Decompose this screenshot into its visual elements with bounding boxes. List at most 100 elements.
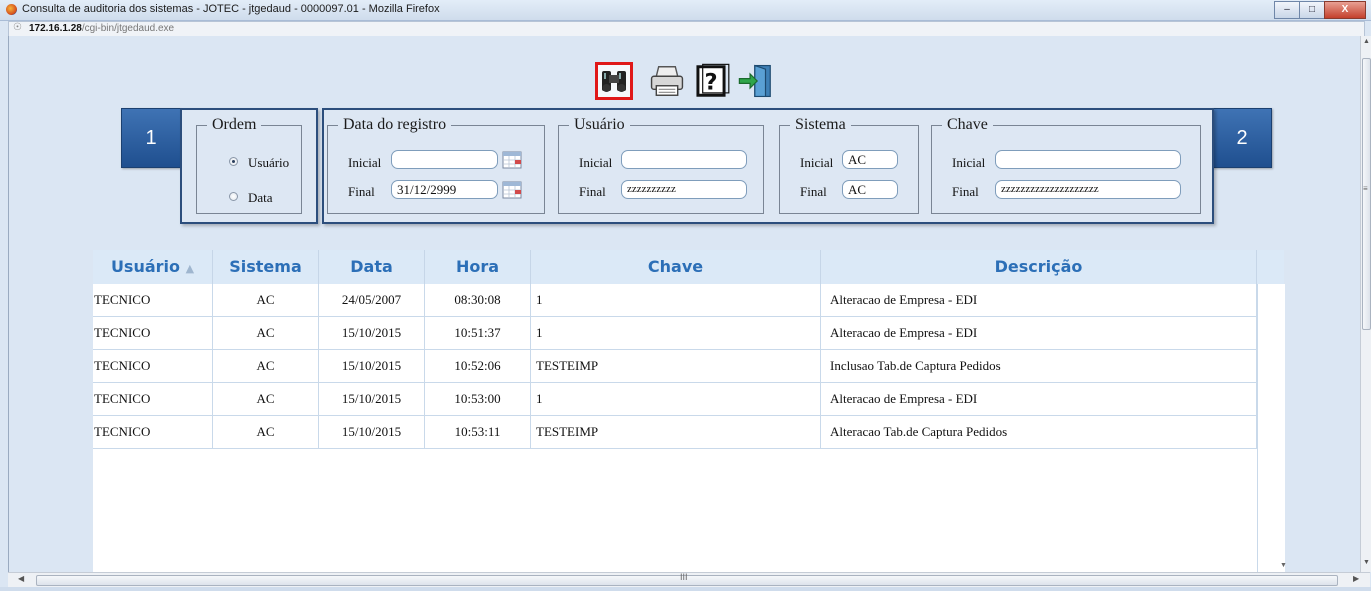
order-panel: Ordem Usuário Data	[180, 108, 318, 224]
user-end-input[interactable]: zzzzzzzzzz	[621, 180, 747, 199]
exit-icon[interactable]	[737, 62, 775, 100]
date-start-input[interactable]	[391, 150, 498, 169]
order-radio-data[interactable]	[229, 192, 238, 201]
table-header: Usuário ▲ Sistema Data Hora Chave Descri…	[93, 250, 1284, 285]
cell-usuario: TECNICO	[93, 317, 213, 349]
cell-hora: 10:51:37	[425, 317, 531, 349]
site-identity-icon[interactable]: ☉	[13, 22, 22, 33]
key-start-label: Inicial	[952, 155, 986, 170]
date-end-label: Final	[348, 184, 375, 199]
calendar-icon[interactable]	[502, 151, 522, 169]
user-start-label: Inicial	[579, 155, 613, 170]
date-legend: Data do registro	[343, 116, 447, 133]
filters-panel: Data do registro Inicial Final 31/12/299…	[322, 108, 1214, 224]
scroll-grip-icon: III	[680, 572, 688, 582]
system-legend: Sistema	[795, 116, 846, 133]
column-header-usuario[interactable]: Usuário ▲	[93, 250, 213, 284]
cell-chave: TESTEIMP	[531, 350, 821, 382]
cell-usuario: TECNICO	[93, 416, 213, 448]
system-end-input[interactable]: AC	[842, 180, 898, 199]
system-start-input[interactable]: AC	[842, 150, 898, 169]
scroll-down-icon[interactable]: ▼	[1363, 559, 1370, 566]
user-start-input[interactable]	[621, 150, 747, 169]
column-header-sistema[interactable]: Sistema	[213, 250, 319, 284]
table-row[interactable]: TECNICO AC 15/10/2015 10:53:11 TESTEIMP …	[93, 416, 1257, 449]
cell-usuario: TECNICO	[93, 284, 213, 316]
cell-hora: 10:53:11	[425, 416, 531, 448]
cell-chave: TESTEIMP	[531, 416, 821, 448]
cell-chave: 1	[531, 317, 821, 349]
column-header-label: Usuário	[110, 257, 181, 276]
cell-sistema: AC	[213, 383, 319, 415]
scroll-left-icon[interactable]: ◀	[18, 574, 24, 583]
printer-icon[interactable]	[648, 62, 686, 100]
cell-sistema: AC	[213, 284, 319, 316]
callout-badge-1: 1	[121, 108, 181, 168]
order-legend: Ordem	[212, 116, 257, 133]
close-button[interactable]: X	[1324, 1, 1366, 19]
help-icon[interactable]: ?	[692, 62, 730, 100]
maximize-button[interactable]: □	[1299, 1, 1325, 19]
url-text: 172.16.1.28/cgi-bin/jtgedaud.exe	[29, 23, 174, 34]
cell-descricao: Alteracao de Empresa - EDI	[821, 284, 1257, 316]
order-radio-usuario[interactable]	[229, 157, 238, 166]
table-row[interactable]: TECNICO AC 15/10/2015 10:53:00 1 Alterac…	[93, 383, 1257, 416]
user-legend: Usuário	[574, 116, 625, 133]
vertical-scroll-thumb[interactable]	[1362, 58, 1371, 330]
cell-chave: 1	[531, 383, 821, 415]
address-bar[interactable]: ☉ 172.16.1.28/cgi-bin/jtgedaud.exe	[8, 21, 1365, 37]
cell-sistema: AC	[213, 317, 319, 349]
cell-data: 15/10/2015	[319, 350, 425, 382]
table-row[interactable]: TECNICO AC 24/05/2007 08:30:08 1 Alterac…	[93, 284, 1257, 317]
date-end-input[interactable]: 31/12/2999	[391, 180, 498, 199]
cell-data: 24/05/2007	[319, 284, 425, 316]
key-end-label: Final	[952, 184, 979, 199]
order-label-usuario: Usuário	[248, 155, 290, 170]
column-header-hora[interactable]: Hora	[425, 250, 531, 284]
sort-asc-icon: ▲	[185, 262, 195, 275]
column-header-data[interactable]: Data	[319, 250, 425, 284]
cell-hora: 08:30:08	[425, 284, 531, 316]
column-header-chave[interactable]: Chave	[531, 250, 821, 284]
cell-descricao: Inclusao Tab.de Captura Pedidos	[821, 350, 1257, 382]
scroll-up-icon[interactable]: ▲	[1363, 38, 1370, 45]
key-start-input[interactable]	[995, 150, 1181, 169]
table-row[interactable]: TECNICO AC 15/10/2015 10:51:37 1 Alterac…	[93, 317, 1257, 350]
column-header-descricao[interactable]: Descrição	[821, 250, 1257, 284]
window-titlebar: Consulta de auditoria dos sistemas - JOT…	[0, 0, 1371, 21]
cell-hora: 10:52:06	[425, 350, 531, 382]
binoculars-icon[interactable]	[595, 62, 633, 100]
cell-data: 15/10/2015	[319, 383, 425, 415]
scroll-down-icon[interactable]: ▼	[1280, 562, 1287, 569]
cell-hora: 10:53:00	[425, 383, 531, 415]
cell-descricao: Alteracao de Empresa - EDI	[821, 317, 1257, 349]
cell-usuario: TECNICO	[93, 383, 213, 415]
firefox-icon	[6, 4, 17, 15]
window-bottom-border	[0, 587, 1371, 591]
cell-sistema: AC	[213, 350, 319, 382]
scroll-grip-icon: ≡	[1363, 184, 1368, 193]
system-start-label: Inicial	[800, 155, 834, 170]
svg-text:?: ?	[704, 69, 717, 95]
date-start-label: Inicial	[348, 155, 382, 170]
table-scrollbar[interactable]: ▼	[1257, 284, 1287, 572]
key-end-input[interactable]: zzzzzzzzzzzzzzzzzzzz	[995, 180, 1181, 199]
system-end-label: Final	[800, 184, 827, 199]
user-end-label: Final	[579, 184, 606, 199]
scroll-right-icon[interactable]: ▶	[1353, 574, 1359, 583]
calendar-icon[interactable]	[502, 181, 522, 199]
cell-descricao: Alteracao Tab.de Captura Pedidos	[821, 416, 1257, 448]
window-title: Consulta de auditoria dos sistemas - JOT…	[22, 3, 440, 15]
url-host: 172.16.1.28	[29, 23, 82, 34]
page-vertical-scrollbar[interactable]: ▲ ≡ ▼	[1360, 36, 1371, 572]
minimize-button[interactable]: –	[1274, 1, 1300, 19]
cell-chave: 1	[531, 284, 821, 316]
order-label-data: Data	[248, 190, 273, 205]
key-legend: Chave	[947, 116, 988, 133]
page-horizontal-scrollbar[interactable]: ◀ III ▶	[8, 572, 1370, 587]
table-row[interactable]: TECNICO AC 15/10/2015 10:52:06 TESTEIMP …	[93, 350, 1257, 383]
cell-descricao: Alteracao de Empresa - EDI	[821, 383, 1257, 415]
cell-data: 15/10/2015	[319, 317, 425, 349]
cell-usuario: TECNICO	[93, 350, 213, 382]
callout-badge-2: 2	[1212, 108, 1272, 168]
